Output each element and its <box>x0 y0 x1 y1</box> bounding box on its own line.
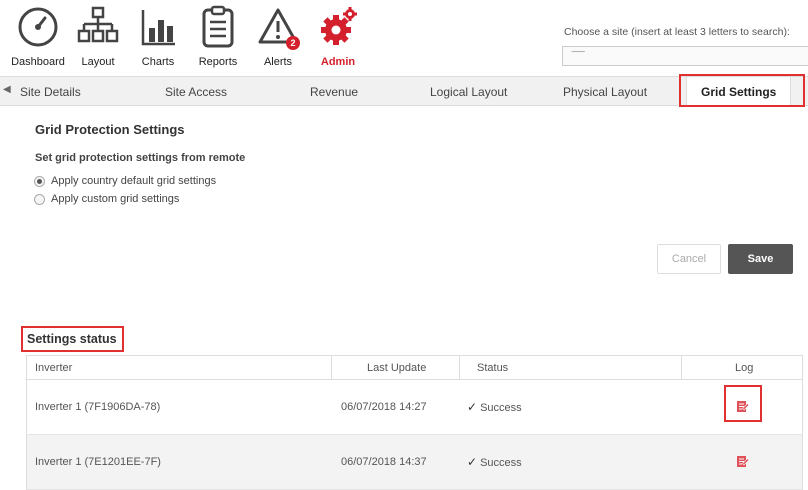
tab-site-access[interactable]: Site Access <box>165 85 227 99</box>
tab-site-details[interactable]: Site Details <box>20 85 81 99</box>
status-cell: ✓ Success <box>467 435 522 490</box>
nav-reports[interactable]: Reports <box>186 4 250 74</box>
bar-chart-icon <box>141 10 175 46</box>
grid-protection-title: Grid Protection Settings <box>35 122 185 137</box>
log-file-icon[interactable] <box>736 454 750 468</box>
table-row: Inverter 1 (7F1906DA-78) 06/07/2018 14:2… <box>27 380 802 435</box>
tab-grid-settings[interactable]: Grid Settings <box>686 77 792 107</box>
nav-alerts[interactable]: 2 Alerts <box>246 4 310 74</box>
nav-label-reports: Reports <box>198 56 238 68</box>
table-row: Inverter 1 (7E1201EE-7F) 06/07/2018 14:3… <box>27 435 802 490</box>
tab-scroll-left-icon[interactable]: ◀ <box>3 84 11 95</box>
col-last-update: Last Update <box>367 362 427 374</box>
nav-label-charts: Charts <box>141 56 175 68</box>
save-button[interactable]: Save <box>728 244 793 274</box>
top-navigation: Dashboard Layout Charts Reports 2 Alerts… <box>0 0 808 76</box>
option-country-default[interactable]: Apply country default grid settings <box>34 175 216 187</box>
alerts-count-badge: 2 <box>286 36 300 50</box>
tab-revenue[interactable]: Revenue <box>310 85 358 99</box>
check-icon: ✓ <box>467 400 478 414</box>
nav-label-layout: Layout <box>81 56 115 68</box>
nav-layout[interactable]: Layout <box>66 4 130 74</box>
nav-admin[interactable]: Admin <box>306 4 370 74</box>
nav-label-dashboard: Dashboard <box>11 56 65 68</box>
option-country-default-label: Apply country default grid settings <box>51 175 217 187</box>
settings-status-table: Inverter Last Update Status Log Inverter… <box>26 355 803 490</box>
status-text: Success <box>480 457 522 469</box>
cancel-button[interactable]: Cancel <box>657 244 721 274</box>
nav-label-alerts: Alerts <box>263 56 293 68</box>
nav-charts[interactable]: Charts <box>126 4 190 74</box>
log-file-icon[interactable] <box>736 399 750 413</box>
col-status: Status <box>477 362 509 374</box>
status-text: Success <box>480 402 522 414</box>
gears-icon <box>321 7 357 45</box>
check-icon: ✓ <box>467 455 478 469</box>
tab-logical-layout[interactable]: Logical Layout <box>430 85 507 99</box>
nav-label-admin: Admin <box>320 56 356 68</box>
last-update: 06/07/2018 14:27 <box>341 401 427 413</box>
last-update: 06/07/2018 14:37 <box>341 456 427 468</box>
tab-physical-layout[interactable]: Physical Layout <box>563 85 647 99</box>
inverter-name: Inverter 1 (7F1906DA-78) <box>35 401 161 413</box>
nav-dashboard[interactable]: Dashboard <box>6 4 70 74</box>
clipboard-icon <box>202 5 234 48</box>
col-inverter: Inverter <box>35 362 73 374</box>
dashboard-gauge-icon <box>18 7 58 47</box>
settings-status-title: Settings status <box>27 332 117 346</box>
status-cell: ✓ Success <box>467 380 522 436</box>
grid-protection-subtitle: Set grid protection settings from remote <box>35 152 246 164</box>
site-search-label: Choose a site (insert at least 3 letters… <box>564 26 790 38</box>
table-header: Inverter Last Update Status Log <box>27 356 802 380</box>
radio-country-default[interactable] <box>34 175 45 187</box>
admin-tab-bar: ◀ Site Details Site Access Revenue Logic… <box>0 76 808 107</box>
option-custom[interactable]: Apply custom grid settings <box>34 193 179 205</box>
col-log: Log <box>735 362 754 374</box>
option-custom-label: Apply custom grid settings <box>51 193 180 205</box>
radio-custom[interactable] <box>34 193 45 205</box>
site-search-input[interactable]: ˜˜˜˜ <box>562 46 808 66</box>
layout-tree-icon <box>77 6 119 43</box>
inverter-name: Inverter 1 (7E1201EE-7F) <box>35 456 161 468</box>
